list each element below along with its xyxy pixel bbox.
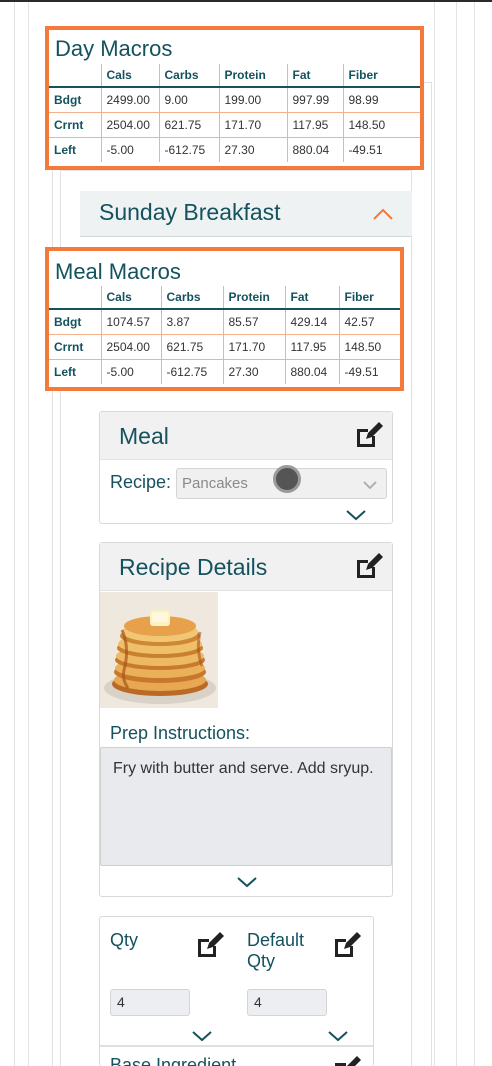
table-cell: 171.70 — [223, 334, 286, 360]
recipe-select-value: Pancakes — [182, 475, 248, 492]
column-header — [49, 64, 102, 88]
meal-section-header[interactable]: Sunday Breakfast — [80, 191, 412, 237]
recipe-details-header: Recipe Details — [100, 543, 392, 591]
table-cell: 199.00 — [219, 87, 288, 113]
table-cell: 621.75 — [161, 334, 224, 360]
cursor-indicator — [273, 465, 301, 493]
table-row: Left -5.00 -612.75 27.30 880.04 -49.51 — [49, 137, 420, 162]
table-row: Crrnt 2504.00 621.75 171.70 117.95 148.5… — [49, 112, 420, 138]
meal-macros-title: Meal Macros — [55, 259, 181, 284]
column-header — [49, 286, 102, 310]
table-cell: 880.04 — [287, 137, 344, 162]
column-header: Fiber — [339, 286, 400, 310]
table-row: Crrnt 2504.00 621.75 171.70 117.95 148.5… — [49, 334, 400, 360]
table-cell: 429.14 — [285, 309, 340, 335]
table-cell: -49.51 — [348, 142, 383, 157]
table-cell: 117.95 — [287, 112, 344, 138]
table-cell: 2499.00 — [101, 87, 160, 113]
default-qty-label-line: Default — [247, 930, 305, 950]
guide-line — [14, 2, 15, 1066]
meal-card: Meal Recipe: Pancakes — [99, 411, 393, 524]
edit-icon[interactable] — [353, 421, 383, 451]
table-cell: 621.75 — [159, 112, 220, 138]
edit-icon[interactable] — [331, 1055, 361, 1066]
default-qty-label-line: Qty — [247, 951, 276, 971]
table-cell: -49.51 — [344, 364, 379, 379]
table-cell: 148.50 — [339, 334, 400, 360]
column-header: Carbs — [159, 64, 220, 88]
recipe-label: Recipe: — [110, 472, 172, 492]
table-cell: 171.70 — [219, 112, 288, 138]
table-row: Left -5.00 -612.75 27.30 880.04 -49.51 — [49, 359, 400, 384]
edit-icon[interactable] — [331, 931, 361, 961]
table-cell: 9.00 — [159, 87, 220, 113]
table-cell: 148.50 — [343, 112, 420, 138]
table-cell: 27.30 — [219, 137, 288, 162]
edit-icon[interactable] — [353, 552, 383, 582]
column-header: Fat — [285, 286, 340, 310]
guide-line — [474, 2, 475, 1066]
table-cell: 117.95 — [285, 334, 340, 360]
column-header: Fat — [287, 64, 344, 88]
column-header: Cals — [101, 64, 160, 88]
table-cell: -5.00 — [101, 359, 162, 384]
table-cell: 997.99 — [287, 87, 344, 113]
column-header: Carbs — [161, 286, 224, 310]
guide-line — [434, 2, 435, 1066]
table-cell: 98.99 — [343, 87, 420, 113]
row-label: Bdgt — [49, 309, 102, 335]
table-cell: 3.87 — [161, 309, 224, 335]
column-header: Protein — [219, 64, 288, 88]
prep-instructions-text: Fry with butter and serve. Add sryup. — [113, 760, 374, 777]
meal-section-title: Sunday Breakfast — [99, 199, 281, 225]
top-border — [0, 0, 492, 2]
table-cell: 880.04 — [285, 359, 340, 384]
table-cell: 2504.00 — [101, 334, 162, 360]
recipe-image — [100, 592, 218, 708]
edit-icon[interactable] — [194, 931, 224, 961]
meal-macros-table: Cals Carbs Protein Fat Fiber Bdgt 1074.5… — [49, 286, 400, 384]
meal-card-title: Meal — [119, 423, 169, 449]
table-cell: -612.75 — [161, 359, 224, 384]
table-cell: 42.57 — [339, 309, 400, 335]
meal-macros-box: Meal Macros Cals Carbs Protein Fat Fiber… — [45, 247, 404, 391]
table-cell: -612.75 — [159, 137, 220, 162]
base-ingredient-title: Base Ingredient — [110, 1055, 237, 1066]
quantity-card: Qty Default Qty 4 4 Base Ingredient — [99, 916, 374, 1066]
column-header: Fiber — [343, 64, 420, 88]
table-cell: 85.57 — [223, 309, 286, 335]
row-label: Bdgt — [49, 87, 102, 113]
expand-chevron-icon[interactable] — [236, 875, 258, 893]
table-row: Bdgt 2499.00 9.00 199.00 997.99 98.99 — [49, 87, 420, 113]
day-macros-box: Day Macros Cals Carbs Protein Fat Fiber … — [45, 26, 424, 170]
table-cell: 27.30 — [223, 359, 286, 384]
column-header: Protein — [223, 286, 286, 310]
expand-chevron-icon[interactable] — [345, 508, 367, 526]
row-label: Left — [49, 137, 102, 162]
row-label: Left — [49, 359, 102, 384]
guide-line — [28, 2, 29, 1066]
guide-line — [456, 2, 457, 1066]
row-label: Crrnt — [49, 112, 102, 138]
default-qty-input[interactable]: 4 — [247, 989, 327, 1016]
day-macros-table: Cals Carbs Protein Fat Fiber Bdgt 2499.0… — [49, 64, 420, 162]
divider — [100, 1045, 373, 1047]
table-cell: -5.00 — [101, 137, 160, 162]
row-label: Crrnt — [49, 334, 102, 360]
recipe-details-title: Recipe Details — [119, 554, 268, 580]
table-cell: 2504.00 — [101, 112, 160, 138]
prep-instructions-label: Prep Instructions: — [110, 723, 251, 743]
default-qty-label: Default Qty — [247, 930, 304, 972]
table-cell: 1074.57 — [101, 309, 162, 335]
chevron-down-icon — [362, 477, 378, 494]
prep-instructions-textarea[interactable]: Fry with butter and serve. Add sryup. — [100, 747, 392, 866]
chevron-up-icon[interactable] — [372, 207, 394, 226]
column-header: Cals — [101, 286, 162, 310]
table-row: Bdgt 1074.57 3.87 85.57 429.14 42.57 — [49, 309, 400, 335]
qty-input[interactable]: 4 — [110, 989, 190, 1016]
meal-card-header: Meal — [100, 412, 392, 460]
day-macros-title: Day Macros — [55, 36, 173, 61]
qty-label: Qty — [110, 930, 139, 950]
